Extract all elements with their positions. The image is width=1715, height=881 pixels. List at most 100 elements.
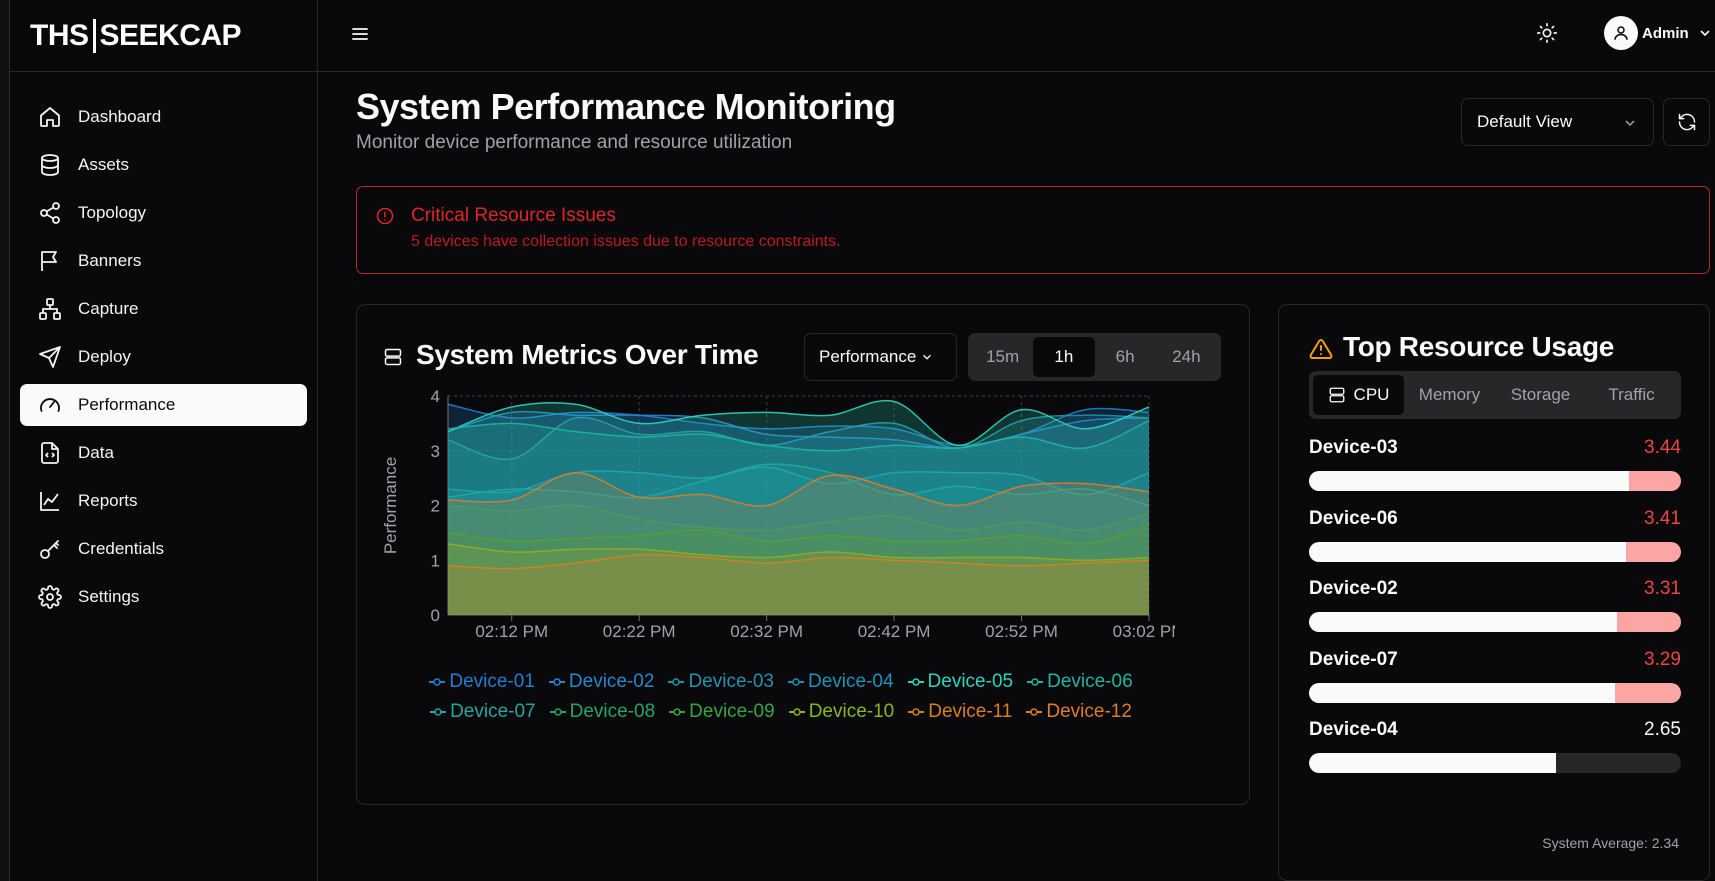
metric-select[interactable]: Performance: [804, 333, 957, 381]
sidebar-item-reports[interactable]: Reports: [20, 480, 307, 522]
legend-marker-icon: [548, 678, 565, 686]
x-tick-label: 02:32 PM: [730, 622, 803, 641]
legend-item[interactable]: Device-06: [1027, 671, 1133, 693]
user-menu[interactable]: Admin: [1604, 16, 1713, 50]
window-edge: [0, 0, 10, 881]
home-icon: [40, 107, 60, 127]
view-select[interactable]: Default View: [1461, 98, 1654, 146]
usage-bar: [1309, 682, 1681, 703]
sidebar-item-banners[interactable]: Banners: [20, 240, 307, 282]
legend-item[interactable]: Device-01: [429, 671, 535, 693]
legend-item[interactable]: Device-08: [549, 701, 655, 723]
legend-label: Device-03: [688, 671, 774, 692]
page-subtitle: Monitor device performance and resource …: [356, 132, 793, 153]
legend-marker-icon: [908, 708, 925, 716]
alert-circle-icon: [376, 207, 394, 225]
legend-marker-icon: [1027, 678, 1044, 686]
tab-24h[interactable]: 24h: [1156, 337, 1217, 377]
sidebar-item-label: Performance: [78, 395, 176, 414]
device-name: Device-04: [1309, 719, 1398, 740]
legend-item[interactable]: Device-07: [430, 701, 536, 723]
y-tick-label: 2: [431, 497, 440, 516]
y-tick-label: 4: [431, 387, 440, 406]
tab-memory[interactable]: Memory: [1404, 375, 1495, 415]
sidebar-item-performance[interactable]: Performance: [20, 384, 307, 426]
sidebar-item-label: Assets: [78, 155, 130, 174]
tab-15m[interactable]: 15m: [972, 337, 1033, 377]
sidebar-item-dashboard[interactable]: Dashboard: [20, 96, 307, 138]
tab-storage[interactable]: Storage: [1495, 375, 1586, 415]
chart-legend: Device-01 Device-02 Device-03 Device-04 Devi…: [401, 671, 1161, 723]
metrics-card-title: System Metrics Over Time: [416, 339, 759, 370]
sidebar-nav: Dashboard Assets Topology Banners Captur…: [10, 72, 317, 618]
metrics-card: System Metrics Over Time Performance 15m…: [356, 304, 1250, 805]
sidebar-item-topology[interactable]: Topology: [20, 192, 307, 234]
critical-alert: Critical Resource Issues 5 devices have …: [356, 186, 1710, 274]
legend-marker-icon: [429, 678, 446, 686]
refresh-button[interactable]: [1663, 98, 1710, 146]
page-title: System Performance Monitoring: [356, 86, 896, 127]
tab-cpu[interactable]: CPU: [1313, 375, 1404, 415]
usage-bar-fill: [1309, 682, 1616, 703]
sidebar-item-label: Credentials: [78, 539, 164, 558]
network-icon: [39, 298, 61, 320]
gear-icon: [38, 585, 62, 609]
brand-logo[interactable]: THS SEEKCAP: [10, 0, 317, 72]
legend-marker-icon: [788, 678, 804, 686]
legend-item[interactable]: Device-10: [788, 701, 895, 723]
usage-bar-fill: [1309, 753, 1556, 773]
legend-item[interactable]: Device-04: [788, 671, 894, 693]
tab-1h[interactable]: 1h: [1033, 337, 1095, 377]
server-icon: [1329, 387, 1344, 403]
sidebar-item-deploy[interactable]: Deploy: [20, 336, 307, 378]
sidebar: THS SEEKCAP Dashboard Assets Topology Ba…: [10, 0, 318, 881]
sidebar-item-label: Topology: [78, 203, 147, 222]
performance-chart[interactable]: 0 1 2 3 4 02:12 PM 02:22 PM 02:32 PM 02:42 PM 02:…: [375, 383, 1175, 663]
menu-icon[interactable]: [350, 24, 370, 44]
resource-device-row[interactable]: Device-04 2.65: [1309, 719, 1681, 779]
tab-6h[interactable]: 6h: [1095, 337, 1156, 377]
device-name: Device-07: [1309, 648, 1398, 670]
user-name: Admin: [1642, 24, 1689, 42]
device-value: 3.41: [1644, 507, 1681, 529]
legend-item[interactable]: Device-12: [1026, 701, 1132, 723]
legend-label: Device-10: [808, 701, 895, 722]
sidebar-item-credentials[interactable]: Credentials: [20, 528, 307, 570]
user-icon: [1614, 26, 1628, 40]
resource-device-row[interactable]: Device-03 3.44: [1309, 437, 1681, 497]
key-icon: [40, 540, 59, 559]
sun-icon[interactable]: [1536, 22, 1558, 44]
sidebar-item-settings[interactable]: Settings: [20, 576, 307, 618]
legend-item[interactable]: Device-03: [668, 671, 774, 693]
legend-item[interactable]: Device-05: [907, 671, 1014, 693]
sidebar-item-assets[interactable]: Assets: [20, 144, 307, 186]
brand-left: THS: [30, 18, 89, 52]
gauge-icon: [40, 398, 60, 412]
sidebar-item-data[interactable]: Data: [20, 432, 307, 474]
sidebar-item-capture[interactable]: Capture: [20, 288, 307, 330]
legend-label: Device-11: [928, 701, 1013, 722]
device-name: Device-03: [1309, 437, 1398, 458]
warning-icon: [1309, 338, 1333, 359]
legend-label: Device-04: [808, 671, 894, 692]
resource-device-row[interactable]: Device-06 3.41: [1309, 508, 1681, 568]
sidebar-item-label: Banners: [78, 251, 142, 270]
tab-traffic[interactable]: Traffic: [1586, 375, 1677, 415]
legend-item[interactable]: Device-11: [908, 701, 1012, 723]
resource-device-row[interactable]: Device-07 3.29: [1309, 649, 1681, 709]
device-name: Device-06: [1309, 507, 1398, 529]
main-content: System Performance Monitoring Monitor de…: [356, 72, 1710, 881]
sidebar-item-label: Reports: [78, 491, 138, 510]
y-tick-label: 0: [431, 606, 440, 625]
legend-label: Device-01: [449, 671, 535, 692]
x-tick-label: 02:12 PM: [475, 622, 548, 641]
legend-item[interactable]: Device-09: [669, 701, 775, 723]
resource-device-row[interactable]: Device-02 3.31: [1309, 578, 1681, 638]
chevron-down-icon: [1700, 30, 1710, 37]
legend-item[interactable]: Device-02: [548, 671, 654, 693]
avatar: [1604, 16, 1638, 50]
device-value: 2.65: [1644, 719, 1681, 740]
tab-label: CPU: [1353, 385, 1390, 404]
legend-label: Device-05: [927, 671, 1014, 692]
legend-marker-icon: [430, 708, 447, 716]
